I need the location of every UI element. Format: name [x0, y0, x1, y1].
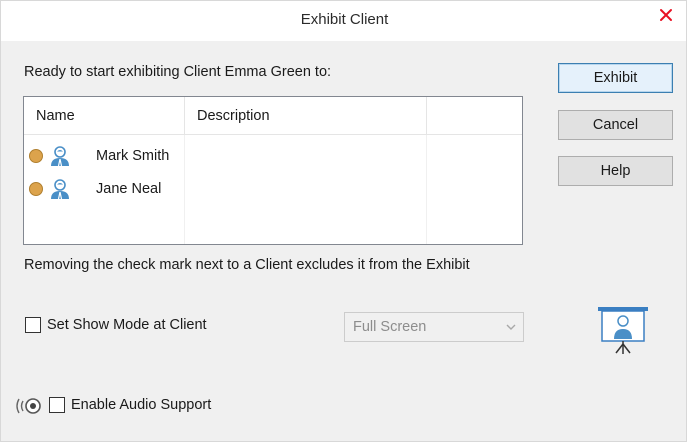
exhibit-client-dialog: Exhibit Client Ready to start exhibiting… — [0, 0, 687, 442]
audio-support-checkbox[interactable] — [49, 397, 65, 413]
exclusion-note: Removing the check mark next to a Client… — [24, 257, 470, 273]
client-name: Mark Smith — [96, 148, 170, 164]
speaker-icon — [16, 398, 41, 414]
client-name: Jane Neal — [96, 181, 162, 197]
user-icon — [51, 179, 69, 200]
client-list[interactable]: Name Description Mark Smith Jane Neal — [23, 96, 523, 245]
close-button[interactable] — [643, 1, 686, 29]
list-item[interactable]: Jane Neal — [24, 173, 522, 205]
list-item[interactable]: Mark Smith — [24, 140, 522, 172]
close-icon — [659, 9, 672, 21]
show-mode-option[interactable]: Set Show Mode at Client — [25, 317, 207, 333]
prompt-text: Ready to start exhibiting Client Emma Gr… — [24, 64, 332, 80]
audio-support-option[interactable]: Enable Audio Support — [49, 397, 211, 413]
title-bar: Exhibit Client — [1, 1, 686, 41]
status-dot — [29, 182, 43, 196]
column-header-name[interactable]: Name — [24, 97, 184, 134]
cancel-button[interactable]: Cancel — [558, 110, 673, 140]
column-divider[interactable] — [426, 97, 427, 134]
presentation-icon — [598, 307, 648, 354]
list-header: Name Description — [24, 97, 522, 135]
column-header-description[interactable]: Description — [185, 97, 425, 134]
show-mode-checkbox[interactable] — [25, 317, 41, 333]
show-mode-value: Full Screen — [353, 319, 427, 335]
user-icon — [51, 146, 69, 167]
chevron-down-icon — [506, 324, 516, 330]
status-dot — [29, 149, 43, 163]
help-button[interactable]: Help — [558, 156, 673, 186]
show-mode-select[interactable]: Full Screen — [344, 312, 524, 342]
exhibit-button[interactable]: Exhibit — [558, 63, 673, 93]
window-title: Exhibit Client — [300, 11, 389, 28]
audio-support-label: Enable Audio Support — [71, 397, 212, 413]
show-mode-label: Set Show Mode at Client — [47, 317, 207, 333]
